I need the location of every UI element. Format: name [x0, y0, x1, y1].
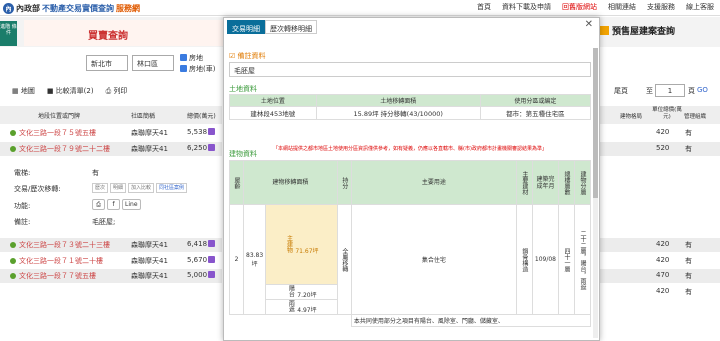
detail-icon[interactable] [208, 144, 215, 151]
site-logo[interactable]: 內 內政部 不動產交易實價查詢 服務網 [3, 1, 140, 15]
col-community[interactable]: 社區簡稱 [131, 111, 155, 120]
detail-icon[interactable] [208, 240, 215, 247]
right-row: 420 有 [656, 128, 692, 137]
building-section-title: 建物資料 [229, 150, 257, 158]
right-row: 420 有 [656, 287, 692, 296]
advanced-filter-button[interactable]: 進階 條件 [0, 21, 17, 46]
nav-old-site[interactable]: 回舊版網站 [562, 2, 597, 12]
last-page-button[interactable]: 尾頁 [614, 86, 628, 96]
land-table: 土地位置 土地移轉面積 使用分區或編定 建林段453地號 15.89坪 持分移轉(43… [229, 94, 592, 120]
pager: 尾頁 至 1 頁 GO [614, 84, 708, 97]
right-row: 420 有 [600, 238, 720, 252]
close-icon[interactable]: ✕ [585, 19, 593, 30]
right-row: 520 有 [600, 142, 720, 156]
nav-chat[interactable]: 線上客服 [686, 2, 714, 12]
table-row[interactable]: 文化三路一段７９號二十二樓 森聯摩天41 6,250 [0, 142, 222, 156]
detail-icon[interactable] [208, 256, 215, 263]
right-row: 470 有 [600, 269, 720, 283]
buy-query-title: 買賣查詢 [88, 31, 128, 42]
compare-button[interactable]: ■ 比較清單(2) [47, 86, 94, 96]
note-section-title: ☑ 備註資料 [229, 52, 266, 60]
logo-org: 內政部 [16, 3, 40, 13]
right-table-header: 建物格局 單位總價(萬元) 管理組織 [600, 106, 720, 124]
tab-transfer-history[interactable]: 歷次轉移明細 [265, 20, 317, 34]
right-row: 420 有 [656, 256, 692, 265]
logo-suffix: 服務網 [116, 3, 140, 13]
table-row[interactable]: 文化三路一段７１號二十樓 森聯摩天41 5,670 [0, 254, 222, 268]
map-button[interactable]: ▦ 地圖 [12, 86, 35, 96]
result-toolbar: ▦ 地圖 ■ 比較清單(2) ⎙ 列印 [0, 82, 222, 100]
presale-query-title[interactable]: 預售屋建案查詢 [600, 24, 675, 37]
page-input[interactable]: 1 [655, 84, 685, 97]
row-detail: 電梯: 有 交易/歷次移轉: 歷次 明細 加入比較 同社區案例 功能: ⎙ f Line 備… [0, 164, 222, 234]
nav-support[interactable]: 支援服務 [647, 2, 675, 12]
go-button[interactable]: GO [697, 86, 708, 94]
table-row[interactable]: 文化三路一段７７號五樓 森聯摩天41 5,000 [0, 269, 222, 283]
col-price[interactable]: 總價(萬元) [187, 111, 216, 120]
print-icon[interactable]: ⎙ [92, 199, 105, 210]
modal-tabs: 交易明細 歷次轉移明細 [227, 20, 317, 34]
logo-service: 不動產交易實價查詢 [42, 3, 114, 13]
print-button[interactable]: ⎙ 列印 [106, 86, 128, 96]
nav-download[interactable]: 資料下載及申請 [502, 2, 551, 12]
top-bar: 內 內政部 不動產交易實價查詢 服務網 首頁 資料下載及申請 回舊版網站 相關連… [0, 0, 720, 16]
type-checkbox-2[interactable]: 房地(車) [180, 64, 215, 74]
type-checkbox-1[interactable]: 房地 [180, 53, 203, 63]
city-select[interactable]: 新北市 [86, 55, 128, 71]
nav-home[interactable]: 首頁 [477, 2, 491, 12]
nav-links[interactable]: 相關連結 [608, 2, 636, 12]
buy-query-banner: 買賣查詢 [24, 20, 224, 46]
top-nav: 首頁 資料下載及申請 回舊版網站 相關連結 支援服務 線上客服 [477, 2, 714, 12]
building-table: 屋齡 建物移轉面積 持分 主要用途 主要建材 建築完成年月 總樓層數 建物分層 … [229, 160, 592, 327]
table-header: 地段位置或門牌 社區簡稱 總價(萬元) [0, 106, 222, 124]
history-buttons: 歷次 明細 加入比較 同社區案例 [92, 183, 189, 193]
tab-transaction-detail[interactable]: 交易明細 [227, 20, 265, 34]
detail-modal: 交易明細 歷次轉移明細 ✕ ☑ 備註資料 毛胚屋 土地資料 土地位置 土地移轉面積… [223, 17, 600, 341]
zoning-warning: 「本網站提供之都市地區土地使用分區資訊僅供參考，如有疑義，仍應以各直轄市、縣(市… [273, 146, 547, 152]
table-row[interactable]: 文化三路一段７３號二十三樓 森聯摩天41 6,418 [0, 238, 222, 252]
modal-scrollbar[interactable] [593, 48, 598, 338]
col-address[interactable]: 地段位置或門牌 [38, 111, 80, 120]
facebook-icon[interactable]: f [107, 199, 120, 210]
note-box: 毛胚屋 [229, 62, 591, 77]
line-share-button[interactable]: Line [122, 199, 141, 210]
land-section-title: 土地資料 [229, 85, 257, 93]
emblem-icon: 內 [3, 2, 14, 14]
detail-icon[interactable] [208, 128, 215, 135]
detail-icon[interactable] [208, 271, 215, 278]
district-select[interactable]: 林口區 [132, 55, 174, 71]
table-row[interactable]: 文化三路一段７５號五樓 森聯摩天41 5,538 [0, 126, 222, 140]
